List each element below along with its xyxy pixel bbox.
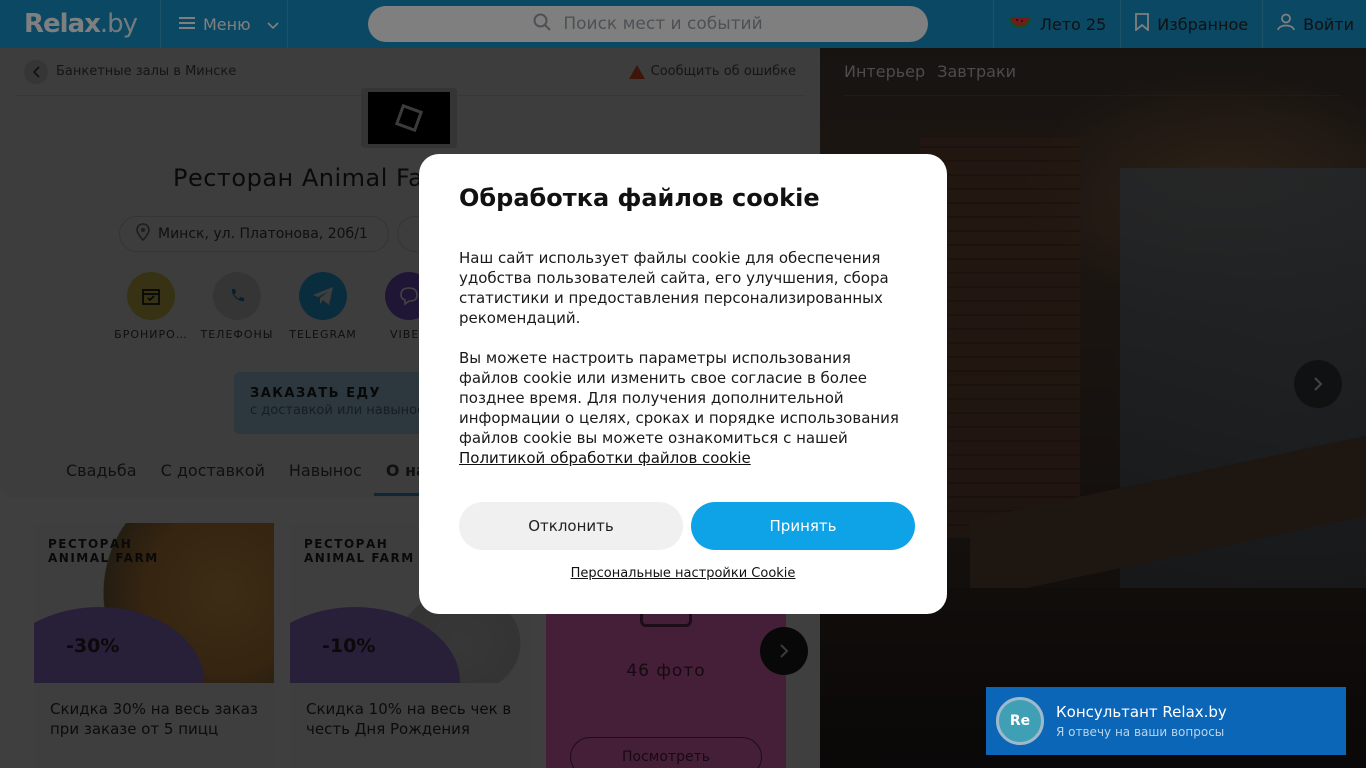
cookie-modal-text-1: Наш сайт использует файлы cookie для обе…: [459, 249, 889, 327]
decline-button[interactable]: Отклонить: [459, 502, 683, 550]
avatar: Re: [996, 697, 1044, 745]
cookie-modal-title: Обработка файлов cookie: [459, 184, 820, 212]
cookie-policy-link[interactable]: Политикой обработки файлов cookie: [459, 449, 751, 467]
consultant-widget[interactable]: Re Консультант Relax.by Я отвечу на ваши…: [986, 687, 1346, 755]
cookie-modal-text-2: Вы можете настроить параметры использова…: [459, 349, 899, 467]
cookie-settings-link[interactable]: Персональные настройки Cookie: [419, 566, 947, 581]
accept-button[interactable]: Принять: [691, 502, 915, 550]
consultant-subtitle: Я отвечу на ваши вопросы: [1056, 725, 1225, 739]
cookie-buttons: Отклонить Принять: [459, 502, 915, 550]
cookie-modal: Обработка файлов cookie Наш сайт использ…: [419, 154, 947, 614]
consultant-name: Консультант Relax.by: [1056, 703, 1227, 721]
